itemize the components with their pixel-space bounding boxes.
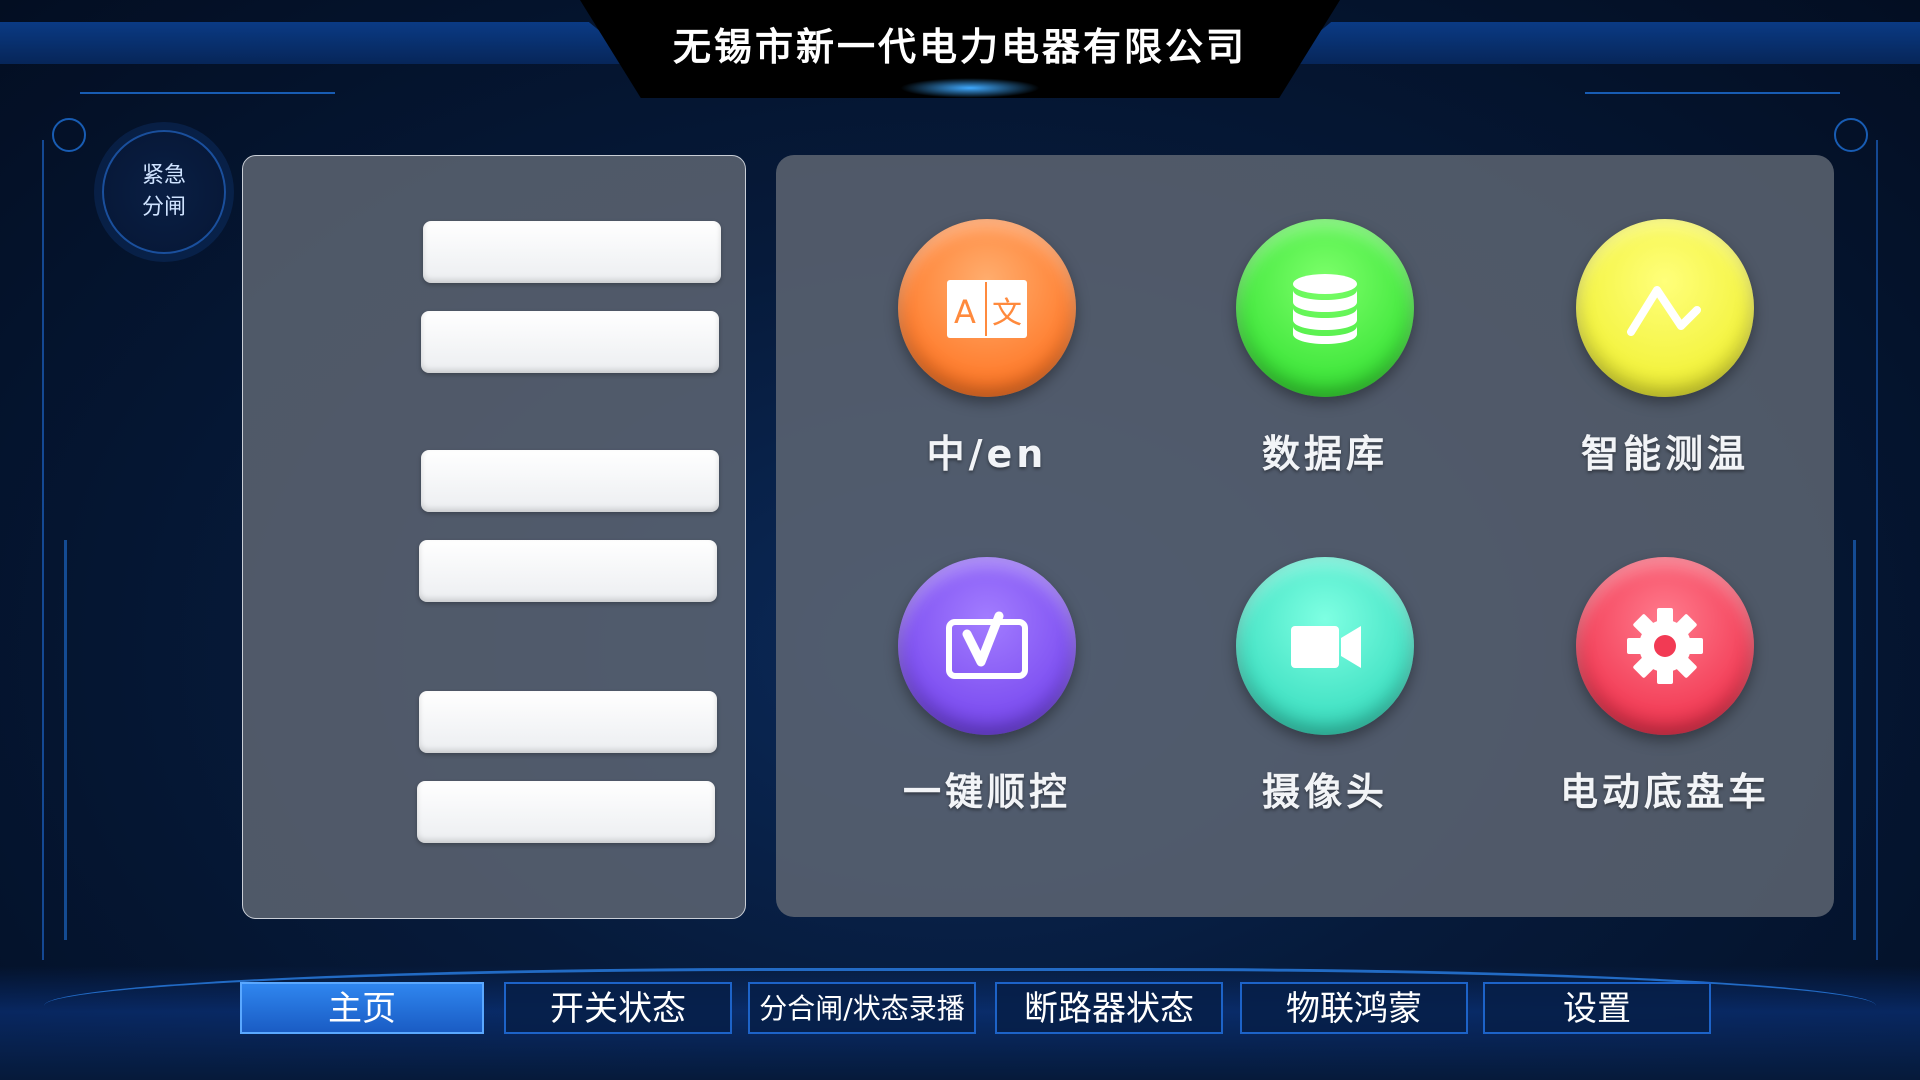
left-hud-line [80, 92, 335, 94]
yoast-y-icon [946, 611, 1028, 679]
input-slot-3[interactable] [421, 450, 719, 512]
company-title: 无锡市新一代电力电器有限公司 [672, 25, 1247, 69]
right-hud-ring [1834, 118, 1868, 152]
temperature-button[interactable] [1576, 219, 1754, 397]
right-hud-vline [1853, 540, 1856, 940]
tab-settings[interactable]: 设置 [1483, 982, 1711, 1034]
left-panel [242, 155, 746, 919]
input-slot-6[interactable] [417, 781, 715, 843]
tab-breaker-status[interactable]: 断路器状态 [995, 982, 1223, 1034]
left-hud-ring [52, 118, 86, 152]
database-icon [1293, 274, 1357, 344]
camera-label: 摄像头 [1261, 770, 1388, 814]
header-bar-right [1280, 22, 1920, 64]
input-slot-1[interactable] [423, 221, 721, 283]
svg-text:文: 文 [992, 296, 1022, 331]
temperature-chart-icon [1627, 286, 1701, 336]
tab-iot-harmony[interactable]: 物联鸿蒙 [1240, 982, 1468, 1034]
database-label: 数据库 [1261, 432, 1388, 476]
camera-button[interactable] [1236, 557, 1414, 735]
title-glow [900, 78, 1040, 98]
left-hud-frame [42, 140, 50, 960]
temperature-label: 智能测温 [1580, 432, 1749, 476]
svg-text:A: A [954, 293, 976, 331]
right-hud-frame [1870, 140, 1878, 960]
left-hud-vline [64, 540, 67, 940]
right-hud-line [1585, 92, 1840, 94]
chassis-truck-button[interactable] [1576, 557, 1754, 735]
language-toggle-label: 中/en [926, 432, 1048, 476]
one-key-sequence-label: 一键顺控 [902, 770, 1071, 814]
input-slot-4[interactable] [419, 540, 717, 602]
emergency-trip-button[interactable]: 紧急分闸 [102, 130, 226, 254]
gear-icon [1627, 608, 1703, 684]
language-toggle-button[interactable]: A 文 [898, 219, 1076, 397]
chassis-truck-label: 电动底盘车 [1559, 770, 1770, 814]
input-slot-5[interactable] [419, 691, 717, 753]
app-panel: A 文 中/en 数据库 智能测温 一键顺控 摄像头 电动底盘车 [776, 155, 1834, 917]
tab-switch-status[interactable]: 开关状态 [504, 982, 732, 1034]
translate-icon: A 文 [947, 280, 1027, 338]
tab-home[interactable]: 主页 [240, 982, 484, 1034]
input-slot-2[interactable] [421, 311, 719, 373]
header-bar-left [0, 22, 640, 64]
emergency-label: 紧急分闸 [141, 163, 186, 220]
one-key-sequence-button[interactable] [898, 557, 1076, 735]
tab-open-close-recording[interactable]: 分合闸/状态录播 [748, 982, 976, 1034]
database-button[interactable] [1236, 219, 1414, 397]
video-camera-icon [1291, 626, 1361, 668]
